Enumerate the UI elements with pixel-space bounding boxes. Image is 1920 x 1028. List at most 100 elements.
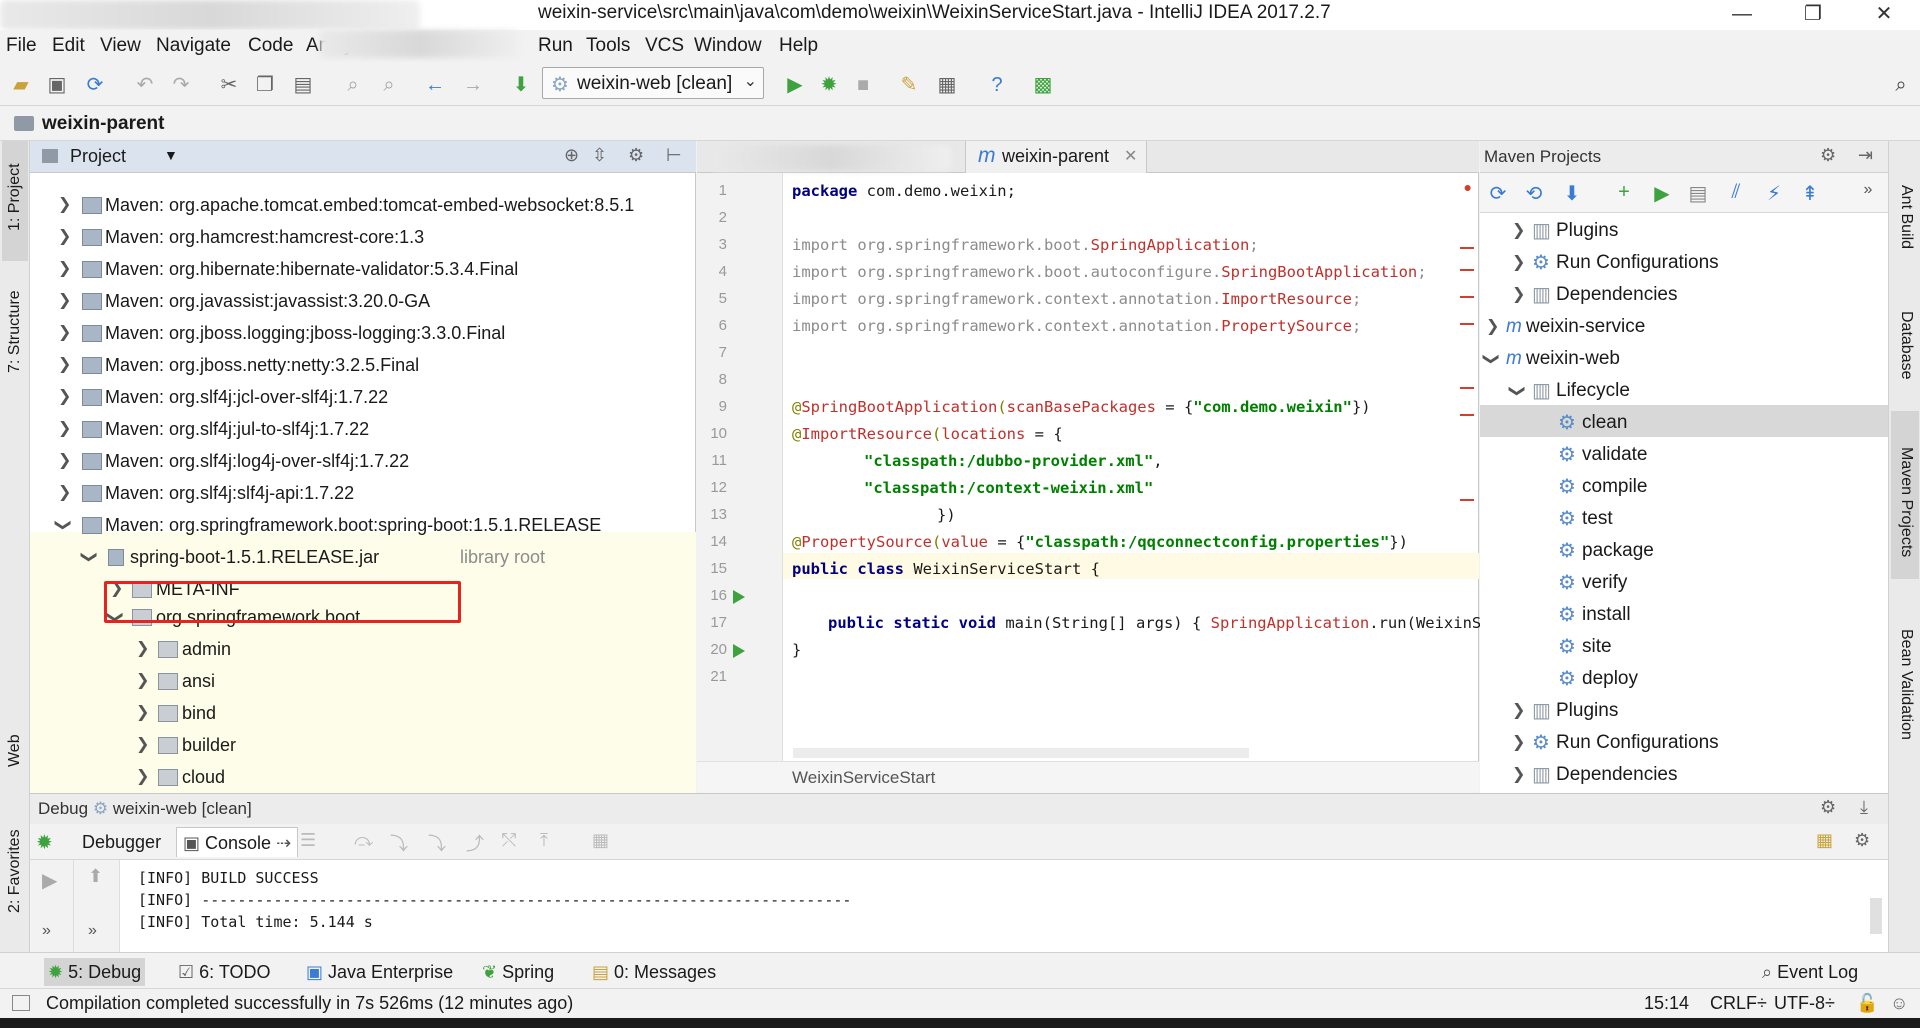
hide-panel-icon[interactable]: ⊢ bbox=[666, 145, 682, 166]
status-message[interactable]: Compilation completed successfully in 7s… bbox=[46, 993, 573, 1014]
search-everywhere-icon[interactable]: ⌕ bbox=[1888, 72, 1914, 98]
tool-tab-database[interactable]: Database bbox=[1897, 311, 1915, 380]
settings-icon[interactable]: ⚙ bbox=[1854, 830, 1870, 851]
more-icon[interactable]: » bbox=[42, 922, 51, 940]
error-stripe-mark[interactable] bbox=[1460, 247, 1474, 249]
tab-console[interactable]: ▣ Console ⇢ bbox=[176, 827, 299, 857]
sync-icon[interactable]: ⟳ bbox=[82, 72, 108, 98]
forward-icon[interactable]: → bbox=[460, 72, 486, 98]
build-icon[interactable]: ⬇ bbox=[508, 72, 534, 98]
menu-run[interactable]: Run bbox=[538, 35, 573, 57]
tool-tab-project[interactable]: 1: Project bbox=[6, 163, 24, 231]
scroll-up-icon[interactable]: ⬆ bbox=[88, 866, 103, 887]
sdk-icon[interactable]: ▩ bbox=[1030, 72, 1056, 98]
tab-weixin-parent[interactable]: m weixin-parent ✕ bbox=[965, 141, 1147, 173]
stop-icon[interactable]: ■ bbox=[850, 72, 876, 98]
error-stripe-mark[interactable] bbox=[1460, 499, 1474, 501]
tool-tab-event-log[interactable]: ⌕ Event Log bbox=[1762, 958, 1858, 986]
collapse-all-icon[interactable]: ⇞ bbox=[1798, 181, 1822, 206]
reimport-icon[interactable]: ⟳ bbox=[1486, 181, 1510, 206]
find-icon[interactable]: ⌕ bbox=[340, 72, 366, 98]
tool-tab-favorites[interactable]: 2: Favorites bbox=[6, 829, 24, 913]
run-gutter-icon[interactable] bbox=[733, 644, 745, 658]
restore-layout-icon[interactable]: ▦ bbox=[1816, 830, 1833, 851]
tab-debugger[interactable]: Debugger bbox=[76, 827, 167, 857]
step-into-icon[interactable]: ⤵ bbox=[390, 830, 408, 856]
maximize-button[interactable]: ❐ bbox=[1783, 0, 1843, 30]
show-execution-point-icon[interactable]: ☰ bbox=[300, 830, 316, 851]
menu-view[interactable]: View bbox=[100, 35, 141, 57]
project-panel-title[interactable]: Project bbox=[70, 146, 126, 167]
error-stripe-mark[interactable] bbox=[1460, 414, 1474, 416]
tool-tab-maven-projects[interactable]: Maven Projects bbox=[1897, 447, 1915, 557]
settings-icon[interactable]: ✎ bbox=[896, 72, 922, 98]
tool-tab-spring[interactable]: ❦ Spring bbox=[482, 958, 554, 986]
menu-help[interactable]: Help bbox=[779, 35, 818, 57]
tool-tab-todo[interactable]: ☑ 6: TODO bbox=[178, 958, 271, 986]
paste-icon[interactable]: ▤ bbox=[290, 72, 316, 98]
vertical-scrollbar[interactable] bbox=[1870, 898, 1882, 934]
error-stripe-mark[interactable] bbox=[1460, 323, 1474, 325]
generate-sources-icon[interactable]: ⟲ bbox=[1522, 181, 1546, 206]
caret-position[interactable]: 15:14 bbox=[1644, 993, 1689, 1014]
run-maven-icon[interactable]: ▶ bbox=[1650, 181, 1674, 206]
close-button[interactable]: ✕ bbox=[1854, 0, 1914, 30]
line-separator[interactable]: CRLF÷ bbox=[1710, 993, 1767, 1014]
error-stripe-mark[interactable] bbox=[1460, 296, 1474, 298]
tool-tab-java-enterprise[interactable]: ▣ Java Enterprise bbox=[306, 958, 453, 986]
gear-icon[interactable]: ⚙ bbox=[1820, 145, 1836, 166]
back-icon[interactable]: ← bbox=[422, 72, 448, 98]
force-step-into-icon[interactable]: ⤵ bbox=[428, 830, 446, 856]
error-indicator-icon[interactable]: ● bbox=[1464, 179, 1472, 195]
replace-icon[interactable]: ⌕ bbox=[376, 72, 402, 98]
tool-tab-bean-validation[interactable]: Bean Validation bbox=[1897, 629, 1915, 740]
redo-icon[interactable]: ↷ bbox=[168, 72, 194, 98]
more-icon[interactable]: » bbox=[1856, 181, 1880, 199]
help-icon[interactable]: ? bbox=[984, 72, 1010, 98]
horizontal-scrollbar[interactable] bbox=[793, 748, 1249, 758]
run-configuration-select[interactable]: ⚙ weixin-web [clean] ⌄ bbox=[542, 67, 764, 99]
hide-panel-icon[interactable]: ⤓ bbox=[1860, 797, 1868, 818]
error-stripe-mark[interactable] bbox=[1460, 387, 1474, 389]
menu-vcs[interactable]: VCS bbox=[645, 35, 684, 57]
minimize-button[interactable]: — bbox=[1712, 0, 1772, 30]
project-structure-icon[interactable]: ▦ bbox=[934, 72, 960, 98]
lock-icon[interactable]: 🔓 bbox=[1856, 993, 1878, 1014]
tool-tab-structure[interactable]: 7: Structure bbox=[6, 290, 24, 373]
collapse-all-icon[interactable]: ⇳ bbox=[592, 145, 607, 166]
add-icon[interactable]: + bbox=[1612, 181, 1636, 204]
run-gutter-icon[interactable] bbox=[733, 590, 745, 604]
menu-navigate[interactable]: Navigate bbox=[156, 35, 231, 57]
hide-panel-icon[interactable]: ⇥ bbox=[1858, 145, 1873, 166]
open-folder-icon[interactable]: ▰ bbox=[8, 72, 34, 98]
undo-icon[interactable]: ↶ bbox=[132, 72, 158, 98]
skip-tests-icon[interactable]: ⚡ bbox=[1762, 181, 1786, 206]
error-stripe-mark[interactable] bbox=[1460, 269, 1474, 271]
chevron-down-icon[interactable]: ▼ bbox=[164, 147, 178, 163]
run-to-cursor-icon[interactable]: ⤒ bbox=[540, 830, 548, 851]
cut-icon[interactable]: ✂ bbox=[216, 72, 242, 98]
toggle-offline-icon[interactable]: ⫽ bbox=[1724, 181, 1748, 204]
step-out-icon[interactable]: ⤴ bbox=[466, 830, 484, 856]
step-over-icon[interactable]: ⤼ bbox=[354, 830, 373, 851]
close-tab-icon[interactable]: ✕ bbox=[1124, 146, 1137, 166]
evaluate-icon[interactable]: ▦ bbox=[592, 830, 609, 851]
save-icon[interactable]: ▣ bbox=[44, 72, 70, 98]
breadcrumb-class[interactable]: WeixinServiceStart bbox=[792, 768, 935, 788]
menu-file[interactable]: File bbox=[6, 35, 37, 57]
download-icon[interactable]: ⬇ bbox=[1560, 181, 1584, 206]
debug-icon[interactable]: ✹ bbox=[816, 72, 842, 98]
menu-tools[interactable]: Tools bbox=[586, 35, 630, 57]
copy-icon[interactable]: ❐ bbox=[252, 72, 278, 98]
run-icon[interactable]: ▶ bbox=[782, 72, 808, 98]
tool-tab-ant-build[interactable]: Ant Build bbox=[1897, 185, 1915, 249]
resume-icon[interactable]: ▶ bbox=[42, 868, 57, 893]
status-toggle-icon[interactable] bbox=[12, 995, 30, 1011]
menu-window[interactable]: Window bbox=[694, 35, 762, 57]
more-icon[interactable]: » bbox=[88, 922, 97, 940]
drop-frame-icon[interactable]: ⤲ bbox=[502, 830, 516, 851]
inspector-icon[interactable]: ☺ bbox=[1890, 993, 1908, 1014]
gear-icon[interactable]: ⚙ bbox=[628, 145, 644, 166]
menu-code[interactable]: Code bbox=[248, 35, 293, 57]
tool-tab-messages[interactable]: ▤ 0: Messages bbox=[592, 958, 716, 986]
